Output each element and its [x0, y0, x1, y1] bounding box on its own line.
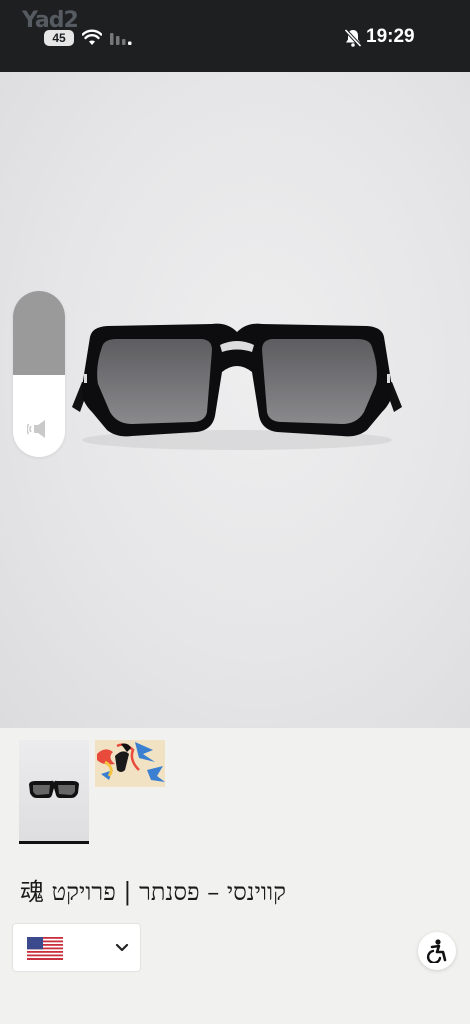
product-title-text: קווינסי – פסנתר | פרויקט 魂	[20, 878, 286, 906]
bell-slash-icon	[344, 28, 362, 48]
product-image[interactable]	[0, 72, 470, 728]
thumbnail-1[interactable]	[19, 740, 89, 844]
speaker-icon	[27, 420, 45, 438]
sunglasses-on-cloth-thumbnail-icon	[95, 740, 165, 787]
chevron-down-icon	[115, 943, 129, 952]
signal-icon	[110, 33, 132, 45]
product-title: קווינסי – פסנתר | פרויקט 魂	[20, 872, 350, 906]
thumbnail-2[interactable]	[95, 740, 165, 787]
accessibility-button[interactable]	[418, 932, 456, 970]
battery-indicator: 45	[44, 30, 74, 46]
thumbnail-strip	[0, 728, 470, 848]
accessibility-icon	[426, 939, 447, 963]
sunglasses-thumbnail-icon	[29, 780, 79, 798]
volume-slider[interactable]	[13, 291, 65, 457]
us-flag-icon	[27, 937, 63, 960]
clock: 19:29	[366, 26, 415, 47]
volume-track	[13, 291, 65, 375]
currency-selector[interactable]	[12, 923, 141, 972]
wifi-icon	[82, 29, 102, 45]
status-bar: Yad2 45 19:29	[0, 0, 470, 72]
sunglasses-image	[72, 323, 402, 450]
